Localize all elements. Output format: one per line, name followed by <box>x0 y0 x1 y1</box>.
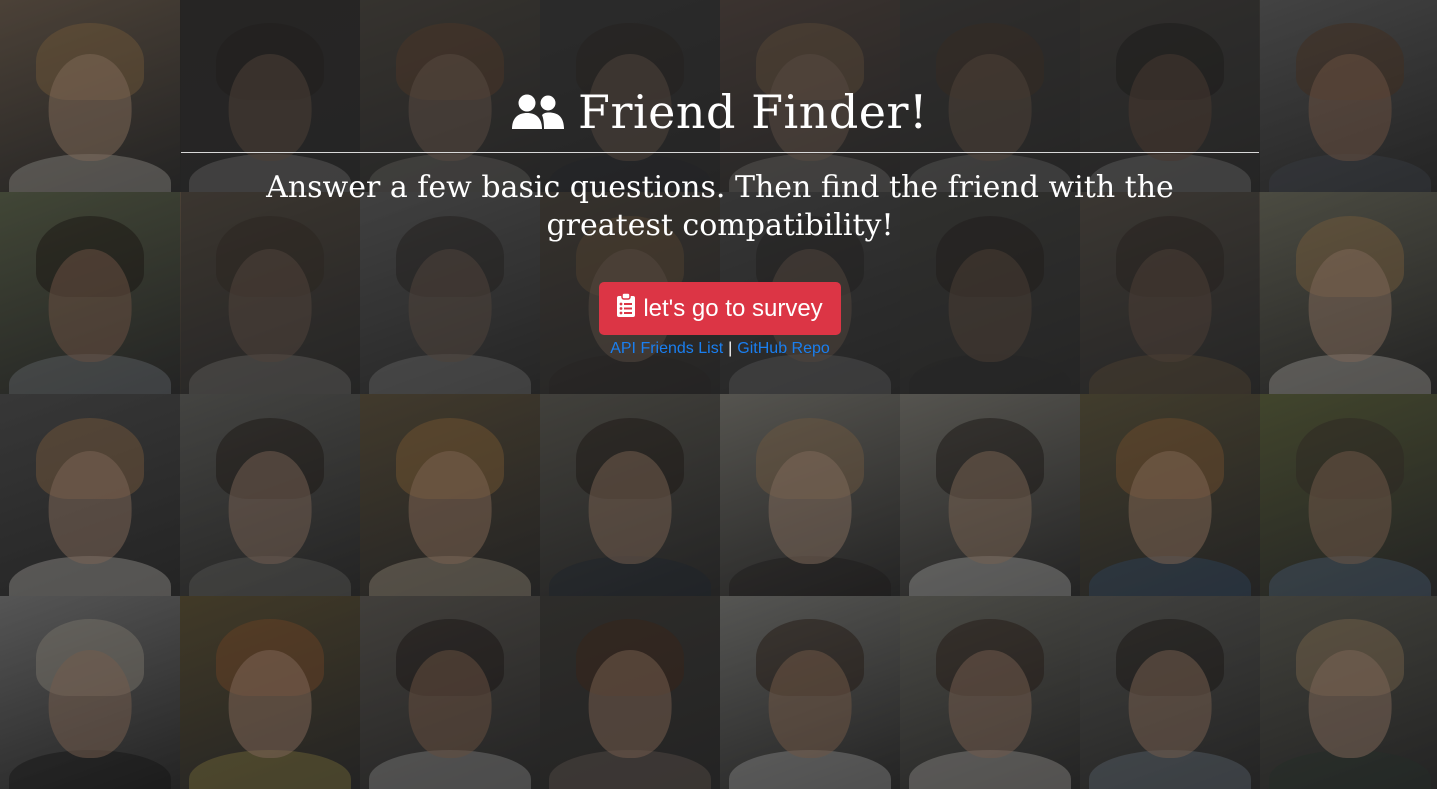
users-icon <box>512 93 565 131</box>
survey-button-label: let's go to survey <box>643 294 823 322</box>
hero-content: Friend Finder! Answer a few basic questi… <box>181 0 1259 359</box>
title-divider <box>181 152 1259 153</box>
survey-button[interactable]: let's go to survey <box>599 282 841 335</box>
clipboard-list-icon <box>617 292 636 324</box>
footer-links: API Friends List | GitHub Repo <box>181 339 1259 359</box>
page: Friend Finder! Answer a few basic questi… <box>0 0 1437 789</box>
page-subtitle: Answer a few basic questions. Then find … <box>266 170 1174 243</box>
page-title: Friend Finder! <box>578 85 928 139</box>
survey-button-row: let's go to survey <box>181 282 1259 335</box>
link-separator: | <box>728 340 733 357</box>
github-repo-link[interactable]: GitHub Repo <box>737 340 830 357</box>
page-title-row: Friend Finder! <box>181 82 1259 142</box>
api-friends-list-link[interactable]: API Friends List <box>610 340 723 357</box>
